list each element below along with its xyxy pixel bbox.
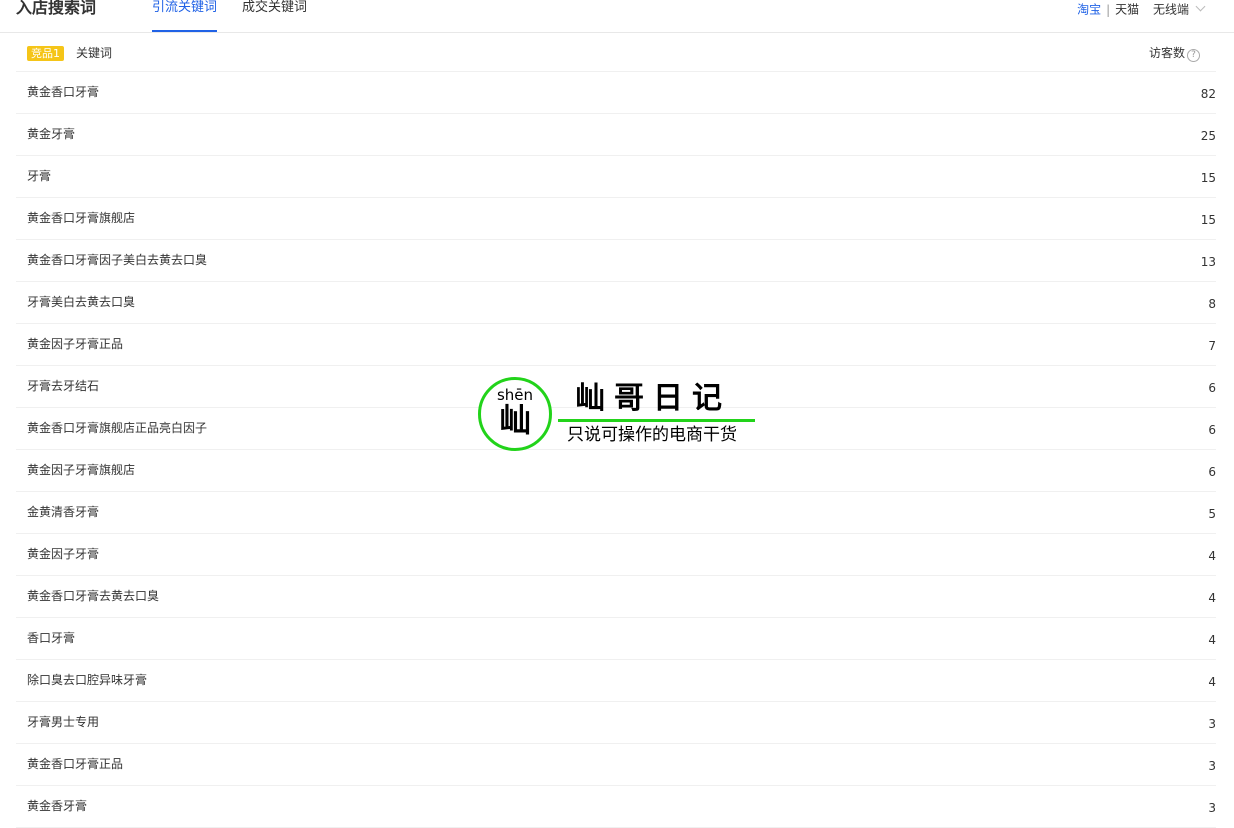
visitors-cell: 7 (1208, 339, 1216, 353)
table-row: 黄金香口牙膏旗舰店 15 (16, 198, 1216, 240)
platform-separator: | (1106, 2, 1111, 17)
keyword-cell: 黄金香口牙膏旗舰店正品亮白因子 (27, 421, 208, 435)
visitors-cell: 8 (1208, 297, 1216, 311)
visitors-cell: 4 (1208, 633, 1216, 647)
table-row: 黄金香口牙膏去黄去口臭 4 (16, 576, 1216, 618)
visitors-cell: 13 (1200, 255, 1216, 269)
platform-switcher: 淘宝 | 天猫 无线端 (1077, 0, 1206, 19)
visitors-cell: 5 (1208, 507, 1216, 521)
keyword-cell: 黄金香口牙膏去黄去口臭 (27, 589, 160, 603)
watermark-subtitle: 只说可操作的电商干货 (567, 425, 737, 445)
tab-traffic-keywords[interactable]: 引流关键词 (152, 0, 218, 32)
visitors-cell: 3 (1208, 717, 1216, 731)
visitors-cell: 6 (1208, 423, 1216, 437)
column-header-visitors-label: 访客数 (1148, 46, 1185, 60)
keyword-cell: 黄金因子牙膏旗舰店 (27, 463, 136, 477)
visitors-cell: 6 (1208, 465, 1216, 479)
watermark-title: 屾哥日记 (575, 381, 731, 416)
page-title: 入店搜索词 (16, 0, 97, 17)
visitors-cell: 82 (1200, 87, 1216, 101)
keyword-cell: 黄金牙膏 (27, 127, 76, 141)
keyword-cell: 牙膏去牙结石 (27, 379, 100, 393)
platform-taobao-link[interactable]: 淘宝 (1077, 3, 1101, 17)
visitors-cell: 15 (1200, 171, 1216, 185)
keyword-cell: 除口臭去口腔异味牙膏 (27, 673, 148, 687)
help-icon[interactable]: ? (1187, 49, 1200, 62)
visitors-cell: 4 (1208, 591, 1216, 605)
channel-selected-label: 无线端 (1152, 2, 1189, 17)
table-row: 牙膏 15 (16, 156, 1216, 198)
table-row: 金黄清香牙膏 5 (16, 492, 1216, 534)
watermark-underline (558, 419, 755, 422)
table-row: 黄金香口牙膏正品 3 (16, 744, 1216, 786)
visitors-cell: 4 (1208, 549, 1216, 563)
competitor-badge: 竞品1 (27, 46, 64, 61)
channel-dropdown[interactable]: 无线端 (1152, 1, 1206, 17)
keyword-cell: 黄金香口牙膏因子美白去黄去口臭 (27, 253, 208, 267)
visitors-cell: 3 (1208, 759, 1216, 773)
keyword-cell: 牙膏 (27, 169, 52, 183)
column-header-keyword: 关键词 (76, 46, 113, 60)
table-row: 黄金因子牙膏正品 7 (16, 324, 1216, 366)
watermark-logo: shēn 屾 屾哥日记 只说可操作的电商干货 (478, 377, 768, 453)
keyword-cell: 牙膏美白去黄去口臭 (27, 295, 136, 309)
table-header: 竞品1 关键词 访客数? (16, 34, 1216, 72)
keyword-cell: 黄金香口牙膏 (27, 85, 100, 99)
table-row: 香口牙膏 4 (16, 618, 1216, 660)
table-row: 黄金香口牙膏因子美白去黄去口臭 13 (16, 240, 1216, 282)
table-row: 牙膏美白去黄去口臭 8 (16, 282, 1216, 324)
visitors-cell: 25 (1200, 129, 1216, 143)
visitors-cell: 15 (1200, 213, 1216, 227)
visitors-cell: 6 (1208, 381, 1216, 395)
keyword-cell: 黄金香牙膏 (27, 799, 88, 813)
table-row: 黄金因子牙膏旗舰店 6 (16, 450, 1216, 492)
table-row: 黄金香牙膏 3 (16, 786, 1216, 828)
keyword-cell: 牙膏男士专用 (27, 715, 100, 729)
visitors-cell: 4 (1208, 675, 1216, 689)
column-header-visitors: 访客数? (1149, 45, 1200, 62)
keyword-cell: 黄金因子牙膏 (27, 547, 100, 561)
platform-tmall-link[interactable]: 天猫 (1115, 3, 1139, 17)
keyword-cell: 香口牙膏 (27, 631, 76, 645)
table-row: 除口臭去口腔异味牙膏 4 (16, 660, 1216, 702)
keyword-cell: 黄金香口牙膏正品 (27, 757, 124, 771)
visitors-cell: 3 (1208, 801, 1216, 815)
table-row: 牙膏男士专用 3 (16, 702, 1216, 744)
tab-deal-keywords[interactable]: 成交关键词 (242, 0, 307, 18)
watermark-char: 屾 (498, 401, 531, 439)
table-row: 黄金香口牙膏 82 (16, 72, 1216, 114)
keyword-cell: 黄金香口牙膏旗舰店 (27, 211, 136, 225)
keyword-cell: 金黄清香牙膏 (27, 505, 100, 519)
table-row: 黄金因子牙膏 4 (16, 534, 1216, 576)
chevron-down-icon (1195, 1, 1206, 12)
page-header: 入店搜索词 引流关键词 成交关键词 淘宝 | 天猫 无线端 (0, 0, 1234, 33)
keyword-cell: 黄金因子牙膏正品 (27, 337, 124, 351)
table-row: 黄金牙膏 25 (16, 114, 1216, 156)
